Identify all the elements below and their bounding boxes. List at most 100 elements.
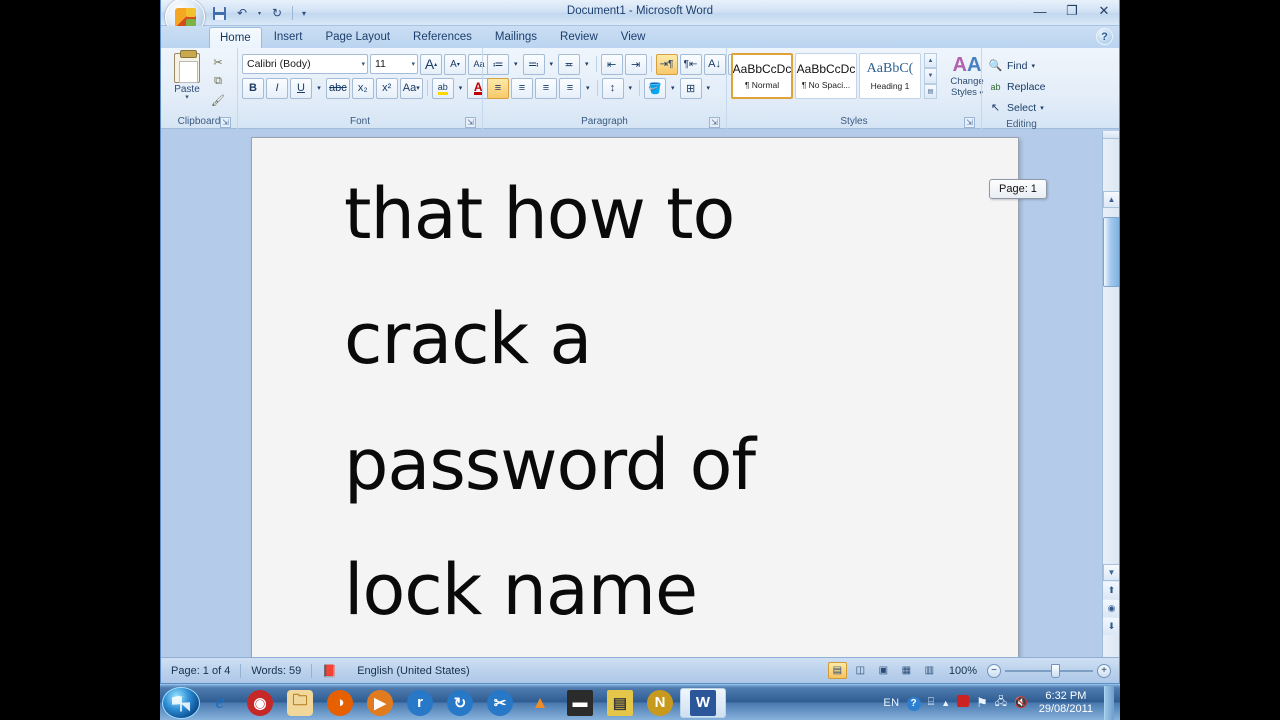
paste-button[interactable]: Paste ▾ (165, 50, 209, 101)
status-page[interactable]: Page: 1 of 4 (161, 662, 240, 680)
font-size-combo[interactable]: 11 ▾ (370, 54, 418, 74)
style-normal[interactable]: AaBbCcDc ¶ Normal (731, 53, 793, 99)
help-icon[interactable]: ? (1096, 28, 1113, 45)
tray-network-icon[interactable]: 🖧 (995, 693, 1007, 712)
numbering-button[interactable]: ≕ (522, 53, 545, 75)
font-dialog-launcher[interactable]: ⇲ (465, 117, 476, 128)
status-words[interactable]: Words: 59 (241, 662, 311, 680)
view-full-screen-reading[interactable]: ◫ (851, 662, 870, 679)
tray-network-flyout-icon[interactable]: ⌸ (928, 696, 935, 709)
taskbar-microsoft-word[interactable]: W (680, 687, 726, 718)
subscript-button[interactable]: x₂ (351, 77, 374, 99)
tab-view[interactable]: View (610, 26, 657, 48)
styles-scroll-up-icon[interactable]: ▲ (924, 53, 937, 69)
multilevel-list-button[interactable]: ≖ (558, 53, 581, 75)
taskbar-clock[interactable]: 6:32 PM 29/08/2011 (1035, 690, 1097, 716)
zoom-level[interactable]: 100% (943, 665, 983, 677)
superscript-button[interactable]: x² (375, 77, 398, 99)
numbering-chevron-down-icon[interactable]: ▾ (547, 54, 557, 75)
underline-chevron-down-icon[interactable]: ▾ (314, 78, 324, 99)
grow-font-button[interactable]: A ▴ (420, 53, 442, 75)
select-chevron-down-icon[interactable]: ▾ (1040, 104, 1044, 112)
strikethrough-button[interactable]: abc (326, 77, 350, 99)
borders-button[interactable]: ⊞ (679, 77, 702, 99)
shrink-font-button[interactable]: A ▾ (444, 53, 466, 75)
align-left-button[interactable]: ≡ (487, 77, 509, 99)
underline-button[interactable]: U (290, 77, 312, 99)
shading-chevron-down-icon[interactable]: ▾ (668, 78, 678, 99)
bold-button[interactable]: B (242, 77, 264, 99)
scroll-down-icon[interactable]: ▼ (1103, 564, 1119, 581)
style-heading-1[interactable]: AaBbC( Heading 1 (859, 53, 921, 99)
justify-chevron-down-icon[interactable]: ▾ (583, 78, 593, 99)
tray-action-center-icon[interactable]: ? (906, 694, 921, 711)
tab-page-layout[interactable]: Page Layout (314, 26, 401, 48)
paragraph-dialog-launcher[interactable]: ⇲ (709, 117, 720, 128)
tray-flag-icon[interactable]: ⚑ (976, 695, 988, 711)
ltr-text-direction-button[interactable]: ⇥¶ (655, 53, 678, 75)
clipboard-dialog-launcher[interactable]: ⇲ (220, 117, 231, 128)
view-outline[interactable]: ▦ (897, 662, 916, 679)
find-chevron-down-icon[interactable]: ▾ (1031, 62, 1035, 70)
taskbar-realplayer-converter[interactable]: ↻ (440, 687, 480, 719)
taskbar-camtasia-recorder[interactable]: ▬ (560, 687, 600, 719)
taskbar-norton-security[interactable]: N (640, 687, 680, 719)
taskbar-vlc-media-player[interactable]: ▲ (520, 687, 560, 719)
shading-button[interactable]: 🪣 (644, 77, 667, 99)
change-case-button[interactable]: Aa ▾ (399, 77, 423, 99)
style-no-spacing[interactable]: AaBbCcDc ¶ No Spaci... (795, 53, 857, 99)
document-page[interactable]: that how to crack a password of lock nam… (251, 137, 1019, 657)
tab-home[interactable]: Home (209, 27, 262, 49)
view-print-layout[interactable]: ▤ (827, 662, 847, 679)
tab-references[interactable]: References (402, 26, 483, 48)
taskbar-nero-burning[interactable]: ◉ (240, 687, 280, 719)
sort-button[interactable]: A↓ (703, 53, 726, 75)
taskbar-windows-media-player[interactable]: ▶ (360, 687, 400, 719)
zoom-slider[interactable] (1005, 663, 1093, 678)
line-spacing-chevron-down-icon[interactable]: ▾ (626, 78, 636, 99)
zoom-slider-thumb[interactable] (1051, 663, 1060, 678)
show-desktop-button[interactable] (1104, 685, 1114, 720)
status-language[interactable]: English (United States) (347, 662, 480, 680)
italic-button[interactable]: I (266, 77, 288, 99)
decrease-indent-button[interactable]: ⇤ (600, 53, 623, 75)
line-spacing-button[interactable]: ↕ (601, 77, 624, 99)
font-size-chevron-down-icon[interactable]: ▾ (408, 60, 415, 68)
replace-button[interactable]: ab Replace (986, 76, 1048, 97)
select-browse-object-icon[interactable]: ◉ (1103, 600, 1119, 617)
taskbar-camtasia-studio[interactable]: ▤ (600, 687, 640, 719)
taskbar-mozilla-firefox[interactable]: ◑ (320, 687, 360, 719)
styles-scroll-down-icon[interactable]: ▼ (924, 68, 937, 84)
split-window-handle[interactable] (1103, 131, 1119, 139)
document-text[interactable]: that how to crack a password of lock nam… (252, 138, 1018, 657)
next-page-icon[interactable]: ⬇ (1103, 618, 1119, 635)
zoom-in-button[interactable]: + (1097, 663, 1111, 678)
tray-language[interactable]: EN (883, 697, 899, 709)
scroll-up-icon[interactable]: ▲ (1103, 191, 1119, 208)
zoom-out-button[interactable]: − (987, 663, 1001, 678)
close-button[interactable]: ✕ (1093, 2, 1115, 20)
bullets-chevron-down-icon[interactable]: ▾ (511, 54, 521, 75)
align-center-button[interactable]: ≡ (511, 77, 533, 99)
view-draft[interactable]: ▥ (920, 662, 939, 679)
document-area[interactable]: that how to crack a password of lock nam… (161, 131, 1119, 657)
taskbar-windows-explorer[interactable]: 🗀 (280, 687, 320, 719)
previous-page-icon[interactable]: ⬆ (1103, 582, 1119, 599)
tab-mailings[interactable]: Mailings (484, 26, 548, 48)
highlight-chevron-down-icon[interactable]: ▾ (456, 78, 466, 99)
justify-button[interactable]: ≡ (559, 77, 581, 99)
taskbar-realplayer[interactable]: r (400, 687, 440, 719)
vertical-scrollbar[interactable]: ▲ ▼ ⬆ ◉ ⬇ (1102, 131, 1119, 657)
minimize-button[interactable]: — (1029, 2, 1051, 20)
format-painter-icon[interactable]: 🖌 (209, 92, 227, 109)
tray-volume-muted-icon[interactable]: 🔇 (1014, 696, 1028, 709)
paste-dropdown-icon[interactable]: ▾ (185, 94, 189, 101)
tab-insert[interactable]: Insert (263, 26, 314, 48)
select-button[interactable]: ↖ Select ▾ (986, 97, 1046, 118)
view-web-layout[interactable]: ▣ (874, 662, 893, 679)
rtl-text-direction-button[interactable]: ¶⇤ (679, 53, 702, 75)
tab-review[interactable]: Review (549, 26, 609, 48)
font-name-combo[interactable]: Calibri (Body) ▾ (242, 54, 368, 74)
align-right-button[interactable]: ≡ (535, 77, 557, 99)
multilevel-chevron-down-icon[interactable]: ▾ (582, 54, 592, 75)
